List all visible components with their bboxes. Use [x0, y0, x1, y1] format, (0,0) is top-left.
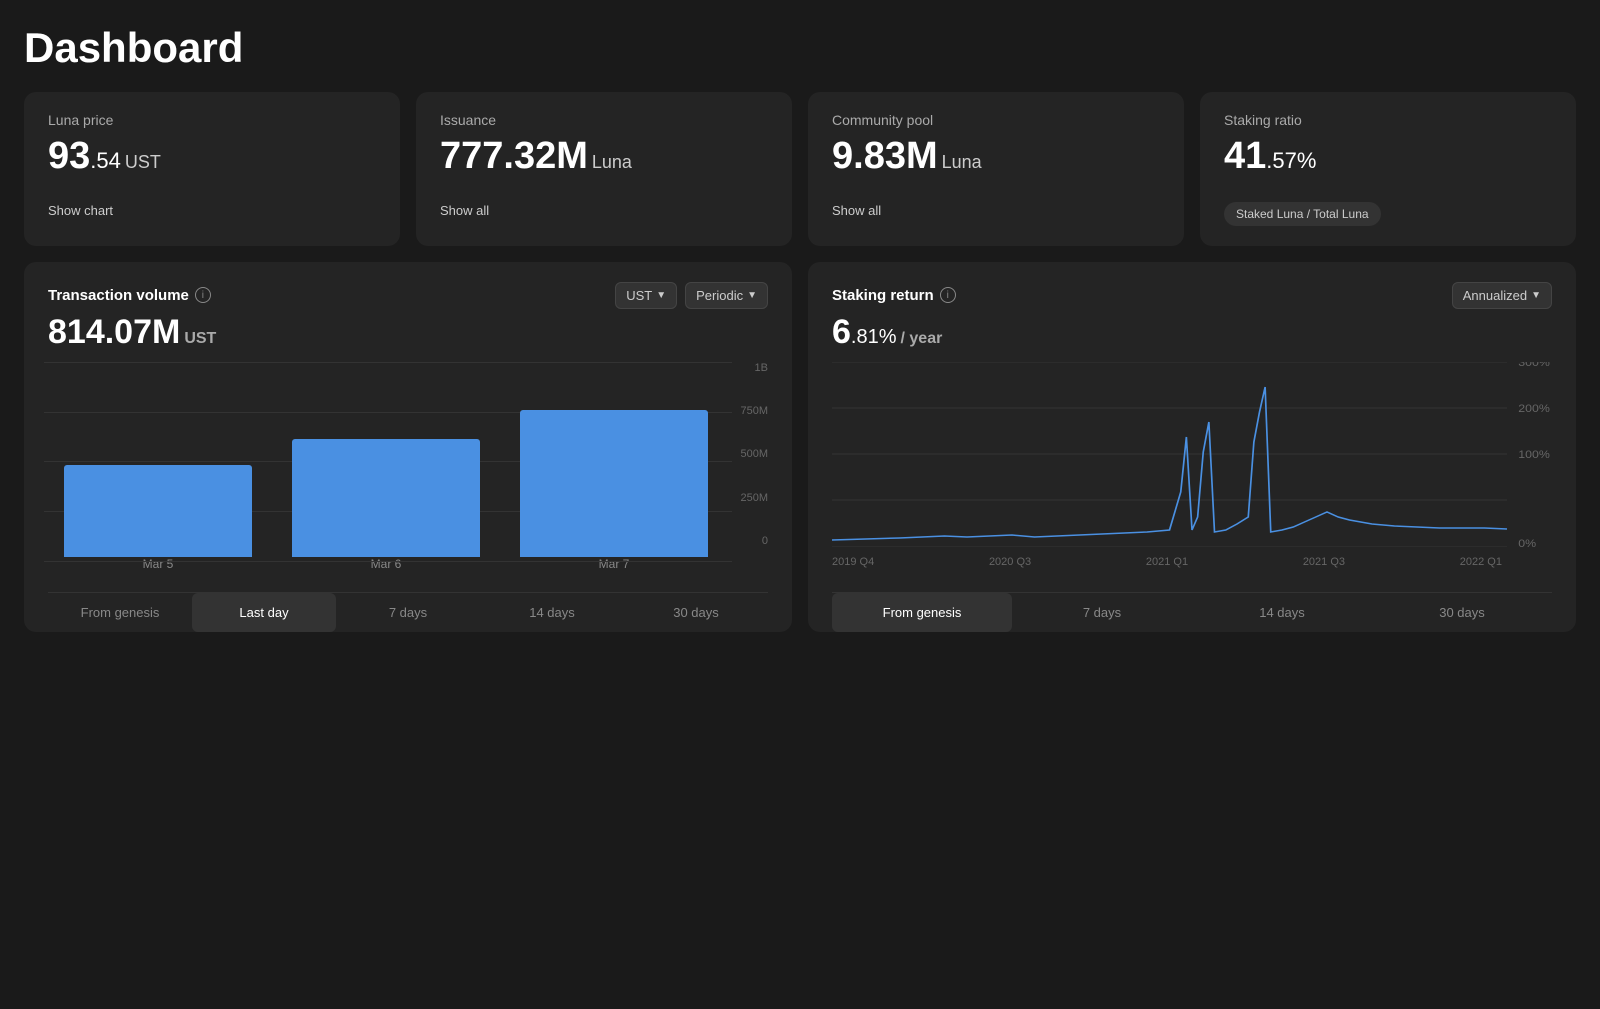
x-label-2021q3: 2021 Q3 — [1303, 556, 1345, 568]
tab-14days-staking[interactable]: 14 days — [1192, 593, 1372, 632]
luna-price-card: Luna price 93.54UST Show chart — [24, 92, 400, 246]
community-pool-card: Community pool 9.83MLuna Show all — [808, 92, 1184, 246]
luna-price-label: Luna price — [48, 112, 376, 128]
svg-text:100%: 100% — [1518, 448, 1550, 460]
bar-chart-area: 1B 750M 500M 250M 0 — [44, 362, 772, 582]
issuance-label: Issuance — [440, 112, 768, 128]
issuance-value: 777.32MLuna — [440, 136, 768, 178]
line-chart-area: 300% 200% 100% 0% 2019 Q4 2020 Q3 2021 Q… — [832, 362, 1552, 582]
tx-volume-title: Transaction volume — [48, 287, 189, 304]
staking-ratio-card: Staking ratio 41.57% Staked Luna / Total… — [1200, 92, 1576, 246]
svg-text:200%: 200% — [1518, 402, 1550, 414]
community-pool-show-all-link[interactable]: Show all — [832, 203, 881, 218]
luna-price-decimal: .54 — [90, 148, 121, 173]
staking-return-decimal: .81% — [851, 326, 897, 348]
tab-last-day-tx[interactable]: Last day — [192, 593, 336, 632]
x-label-2021q1: 2021 Q1 — [1146, 556, 1188, 568]
luna-price-main: 93 — [48, 135, 90, 177]
staking-return-dropdown-wrap: Annualized ▼ — [1452, 282, 1552, 309]
x-label-2020q3: 2020 Q3 — [989, 556, 1031, 568]
page-title: Dashboard — [24, 24, 1576, 72]
period-dropdown[interactable]: Periodic ▼ — [685, 282, 768, 309]
x-label-mar6: Mar 6 — [272, 557, 500, 571]
line-chart-svg: 300% 200% 100% 0% — [832, 362, 1552, 547]
tab-from-genesis-tx[interactable]: From genesis — [48, 593, 192, 632]
svg-text:0%: 0% — [1518, 537, 1536, 546]
staking-return-value: 6.81%/ year — [832, 313, 1552, 352]
bar-mar5 — [64, 465, 252, 557]
staking-return-unit: / year — [901, 330, 943, 347]
staking-ratio-decimal: .57% — [1266, 148, 1316, 173]
tab-14days-tx[interactable]: 14 days — [480, 593, 624, 632]
tx-volume-header: Transaction volume i UST ▼ Periodic ▼ — [48, 282, 768, 309]
currency-dropdown-label: UST — [626, 288, 652, 303]
show-chart-link[interactable]: Show chart — [48, 203, 113, 218]
staking-badge: Staked Luna / Total Luna — [1224, 202, 1381, 226]
issuance-unit: Luna — [592, 152, 632, 172]
community-pool-main: 9.83M — [832, 135, 938, 177]
period-dropdown-label: Periodic — [696, 288, 743, 303]
staking-period-arrow: ▼ — [1531, 290, 1541, 301]
bar-group-mar5 — [44, 372, 272, 557]
staking-period-label: Annualized — [1463, 288, 1527, 303]
staking-period-dropdown[interactable]: Annualized ▼ — [1452, 282, 1552, 309]
staking-ratio-label: Staking ratio — [1224, 112, 1552, 128]
bar-group-mar6 — [272, 372, 500, 557]
issuance-show-all-link[interactable]: Show all — [440, 203, 489, 218]
luna-price-value: 93.54UST — [48, 136, 376, 178]
staking-ratio-value: 41.57% — [1224, 136, 1552, 178]
tab-from-genesis-staking[interactable]: From genesis — [832, 593, 1012, 632]
tx-time-tabs: From genesis Last day 7 days 14 days 30 … — [48, 592, 768, 632]
tx-volume-info-icon[interactable]: i — [195, 287, 211, 303]
staking-return-card: Staking return i Annualized ▼ 6.81%/ yea… — [808, 262, 1576, 632]
issuance-main: 777.32M — [440, 135, 588, 177]
community-pool-unit: Luna — [942, 152, 982, 172]
community-pool-value: 9.83MLuna — [832, 136, 1160, 178]
staking-return-info-icon[interactable]: i — [940, 287, 956, 303]
x-labels-line: 2019 Q4 2020 Q3 2021 Q1 2021 Q3 2022 Q1 — [832, 552, 1552, 568]
x-label-mar7: Mar 7 — [500, 557, 728, 571]
issuance-card: Issuance 777.32MLuna Show all — [416, 92, 792, 246]
tx-volume-value: 814.07MUST — [48, 313, 768, 352]
top-cards-row: Luna price 93.54UST Show chart Issuance … — [24, 92, 1576, 246]
staking-return-header: Staking return i Annualized ▼ — [832, 282, 1552, 309]
period-dropdown-arrow: ▼ — [747, 290, 757, 301]
x-label-mar5: Mar 5 — [44, 557, 272, 571]
bar-mar6 — [292, 439, 480, 557]
x-label-2022q1: 2022 Q1 — [1460, 556, 1502, 568]
tab-30days-staking[interactable]: 30 days — [1372, 593, 1552, 632]
tx-volume-card: Transaction volume i UST ▼ Periodic ▼ 81… — [24, 262, 792, 632]
staking-ratio-main: 41 — [1224, 135, 1266, 177]
tab-7days-tx[interactable]: 7 days — [336, 593, 480, 632]
tab-30days-tx[interactable]: 30 days — [624, 593, 768, 632]
luna-price-unit: UST — [125, 152, 161, 172]
staking-time-tabs: From genesis 7 days 14 days 30 days — [832, 592, 1552, 632]
staking-return-title-row: Staking return i — [832, 287, 956, 304]
x-label-2019q4: 2019 Q4 — [832, 556, 874, 568]
bottom-charts-row: Transaction volume i UST ▼ Periodic ▼ 81… — [24, 262, 1576, 632]
svg-text:300%: 300% — [1518, 362, 1550, 369]
staking-return-main: 6 — [832, 313, 851, 351]
tx-volume-title-row: Transaction volume i — [48, 287, 211, 304]
tx-volume-dropdowns: UST ▼ Periodic ▼ — [615, 282, 768, 309]
bars-container — [44, 372, 772, 557]
bar-group-mar7 — [500, 372, 728, 557]
grid-line-1 — [44, 362, 732, 363]
currency-dropdown[interactable]: UST ▼ — [615, 282, 677, 309]
staking-return-title: Staking return — [832, 287, 934, 304]
tx-volume-main: 814.07M — [48, 313, 180, 351]
currency-dropdown-arrow: ▼ — [656, 290, 666, 301]
community-pool-label: Community pool — [832, 112, 1160, 128]
bar-mar7 — [520, 410, 708, 557]
tx-volume-unit: UST — [184, 330, 216, 347]
x-labels-bar: Mar 5 Mar 6 Mar 7 — [44, 557, 772, 571]
tab-7days-staking[interactable]: 7 days — [1012, 593, 1192, 632]
